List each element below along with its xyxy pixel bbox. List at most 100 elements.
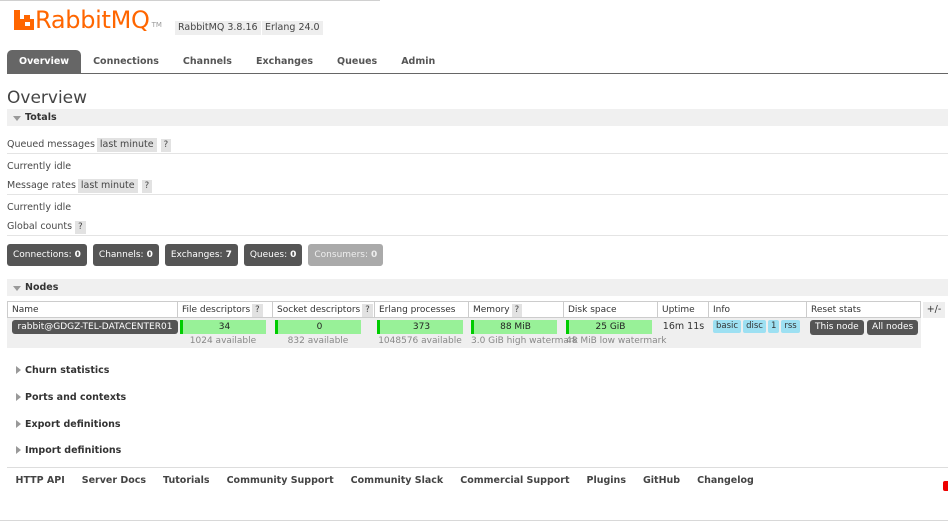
reset-all-nodes-button[interactable]: All nodes <box>867 320 919 335</box>
column-header-erlang-processes[interactable]: Erlang processes <box>375 301 469 318</box>
disk-space-bar: 25 GiB <box>566 320 652 334</box>
info-tag[interactable]: 1 <box>767 320 780 333</box>
exchanges-count-badge[interactable]: Exchanges: 7 <box>164 244 238 266</box>
section-title: Churn statistics <box>25 365 110 376</box>
tab-queues[interactable]: Queues <box>325 50 389 73</box>
queued-messages-label: Queued messages <box>7 139 95 150</box>
footer-link-server-docs[interactable]: Server Docs <box>82 474 146 488</box>
nodes-table: Name File descriptors? Socket descriptor… <box>7 301 921 348</box>
global-counts-help-button[interactable]: ? <box>75 220 86 234</box>
socket-descriptors-bar: 0 <box>275 320 361 334</box>
column-header-name[interactable]: Name <box>7 301 178 318</box>
erlang-processes-available: 1048576 available <box>378 336 462 346</box>
tab-exchanges[interactable]: Exchanges <box>244 50 325 73</box>
tab-channels[interactable]: Channels <box>171 50 244 73</box>
consumers-count-badge[interactable]: Consumers: 0 <box>308 244 384 266</box>
divider <box>7 194 948 195</box>
erlang-version: Erlang 24.0 <box>262 21 323 35</box>
churn-statistics-section[interactable]: Churn statistics <box>7 362 109 379</box>
queues-count-value: 0 <box>290 250 297 260</box>
totals-heading: Totals <box>25 112 57 123</box>
queued-help-button[interactable]: ? <box>160 138 172 152</box>
queued-range-selector[interactable]: last minute <box>96 138 157 152</box>
column-toggle-button[interactable]: +/- <box>923 302 945 318</box>
column-header-file-descriptors[interactable]: File descriptors? <box>178 301 273 318</box>
file-descriptors-help-button[interactable]: ? <box>252 304 263 317</box>
expand-triangle-icon <box>16 366 21 374</box>
queues-count-badge[interactable]: Queues: 0 <box>243 244 303 266</box>
expand-triangle-icon <box>16 393 21 401</box>
divider <box>7 153 948 154</box>
node-name-link[interactable]: rabbit@GDGZ-TEL-DATACENTER01 <box>12 320 178 334</box>
tab-overview[interactable]: Overview <box>7 50 82 73</box>
channels-count-value: 0 <box>146 250 153 260</box>
nodes-heading: Nodes <box>25 282 59 293</box>
section-title: Ports and contexts <box>25 392 127 403</box>
column-label: Erlang processes <box>379 305 456 315</box>
info-tag[interactable]: basic <box>713 320 742 333</box>
collapse-triangle-icon <box>13 286 21 291</box>
import-definitions-section[interactable]: Import definitions <box>7 442 121 459</box>
info-tag[interactable]: disc <box>743 320 766 333</box>
main-tabs: Overview Connections Channels Exchanges … <box>7 50 447 73</box>
column-header-reset-stats[interactable]: Reset stats <box>807 301 921 318</box>
footer-link-plugins[interactable]: Plugins <box>587 474 626 488</box>
bottom-border <box>0 520 948 521</box>
top-border <box>0 0 380 1</box>
divider <box>7 235 948 236</box>
exchanges-count-value: 7 <box>225 250 232 260</box>
uptime-value: 16m 11s <box>662 321 705 332</box>
queued-status: Currently idle <box>7 161 72 172</box>
export-definitions-section[interactable]: Export definitions <box>7 416 121 433</box>
exchanges-count-label: Exchanges: <box>170 250 223 260</box>
section-title: Import definitions <box>25 445 122 456</box>
rates-status: Currently idle <box>7 202 72 213</box>
memory-help-button[interactable]: ? <box>511 304 523 317</box>
footer-link-http-api[interactable]: HTTP API <box>16 474 65 488</box>
footer-link-changelog[interactable]: Changelog <box>697 474 754 488</box>
column-header-info[interactable]: Info <box>709 301 807 318</box>
column-label: Uptime <box>662 305 695 315</box>
column-label: Socket descriptors <box>277 305 361 315</box>
rabbitmq-logo-icon <box>14 10 34 30</box>
nodes-section-header[interactable]: Nodes <box>7 279 948 296</box>
footer-divider <box>7 467 948 468</box>
object-counts: Connections: 0 Channels: 0 Exchanges: 7 Que… <box>7 244 389 266</box>
totals-section-header[interactable]: Totals <box>7 109 948 126</box>
column-header-uptime[interactable]: Uptime <box>658 301 709 318</box>
edge-marker <box>943 481 948 491</box>
rates-range-selector[interactable]: last minute <box>77 179 138 193</box>
channels-count-badge[interactable]: Channels: 0 <box>92 244 159 266</box>
global-counts-label: Global counts <box>7 221 73 232</box>
info-tags: basic disc 1 rss <box>713 320 802 333</box>
channels-count-label: Channels: <box>98 250 144 260</box>
socket-descriptors-help-button[interactable]: ? <box>362 304 373 317</box>
file-descriptors-available: 1024 available <box>189 336 257 346</box>
footer-link-github[interactable]: GitHub <box>643 474 680 488</box>
footer-link-community-slack[interactable]: Community Slack <box>351 474 444 488</box>
column-header-socket-descriptors[interactable]: Socket descriptors? <box>273 301 375 318</box>
footer-link-tutorials[interactable]: Tutorials <box>163 474 210 488</box>
connections-count-label: Connections: <box>13 250 72 260</box>
column-header-disk-space[interactable]: Disk space <box>564 301 658 318</box>
column-label: Reset stats <box>811 305 861 315</box>
connections-count-badge[interactable]: Connections: 0 <box>7 244 87 266</box>
queued-messages-row: Queued messages last minute ? <box>7 138 172 152</box>
column-header-memory[interactable]: Memory? <box>469 301 564 318</box>
footer-link-commercial-support[interactable]: Commercial Support <box>460 474 569 488</box>
footer-link-community-support[interactable]: Community Support <box>227 474 334 488</box>
tab-admin[interactable]: Admin <box>389 50 447 73</box>
message-rates-label: Message rates <box>7 180 76 191</box>
info-tag[interactable]: rss <box>781 320 800 333</box>
reset-this-node-button[interactable]: This node <box>810 320 864 335</box>
socket-descriptors-available: 832 available <box>287 336 349 346</box>
erlang-processes-bar: 373 <box>377 320 463 334</box>
tab-connections[interactable]: Connections <box>81 50 171 73</box>
page-title: Overview <box>7 88 88 108</box>
rates-help-button[interactable]: ? <box>141 179 153 193</box>
message-rates-row: Message rates last minute ? <box>7 179 153 193</box>
file-descriptors-bar: 34 <box>180 320 266 334</box>
rabbitmq-logo[interactable]: RabbitMQ TM <box>14 7 162 33</box>
ports-and-contexts-section[interactable]: Ports and contexts <box>7 389 126 406</box>
consumers-count-label: Consumers: <box>314 250 369 260</box>
